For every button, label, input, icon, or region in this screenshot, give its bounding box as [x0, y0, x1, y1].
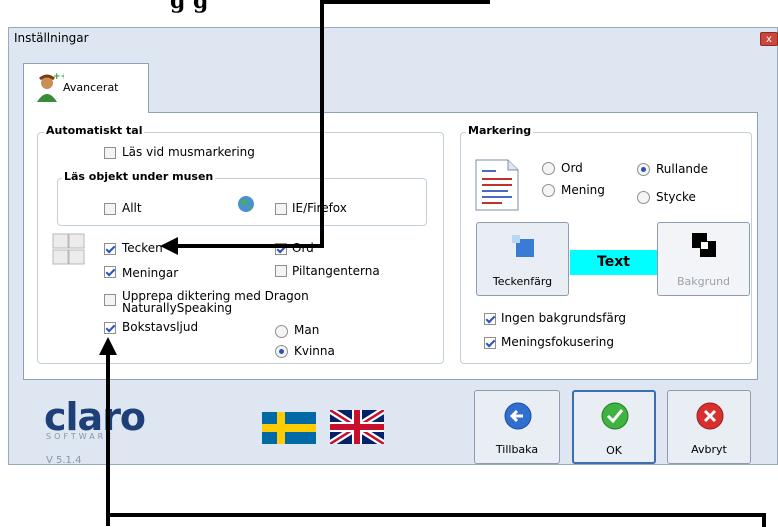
ok-button[interactable]: OK [572, 390, 656, 464]
mark-word-label: Ord [561, 161, 583, 175]
checkmark-icon [601, 402, 629, 430]
auto-speech-group [37, 132, 444, 364]
annotation-line-characters [174, 244, 324, 248]
mark-rolling-radio[interactable] [637, 163, 650, 176]
mark-rolling-label: Rullande [656, 162, 709, 176]
no-bg-color-checkbox[interactable] [484, 313, 496, 325]
ok-label: OK [606, 444, 622, 457]
under-mouse-title: Läs objekt under musen [62, 170, 216, 183]
repeat-dragon-checkbox[interactable] [104, 294, 116, 306]
characters-checkbox[interactable] [104, 243, 116, 255]
sentences-checkbox[interactable] [104, 266, 116, 278]
tab-label: Avancerat [63, 81, 119, 94]
text-color-icon [512, 235, 534, 257]
mark-paragraph-radio[interactable] [637, 191, 650, 204]
annotation-line-top-vertical [320, 0, 324, 247]
document-icon [475, 159, 519, 211]
read-on-mouse-checkbox[interactable] [104, 147, 116, 159]
background-label: Bakgrund [676, 275, 731, 288]
version-label: V 5.1.4 [46, 455, 82, 466]
sentence-focus-label: Meningsfokusering [501, 335, 615, 349]
annotation-line-bottom-horizontal [106, 513, 766, 517]
close-button[interactable]: x [760, 32, 778, 46]
keyboard-keys-icon [52, 233, 85, 265]
annotation-arrowhead-left [160, 237, 178, 255]
claro-logo-sub: SOFTWARE [46, 432, 115, 441]
annotation-line-top-horizontal [320, 0, 490, 4]
letter-sounds-label: Bokstavsljud [122, 320, 199, 334]
background-button[interactable]: Bakgrund [657, 222, 750, 296]
voice-female-label: Kvinna [294, 344, 335, 358]
globe-icon [238, 196, 254, 212]
close-x-icon [696, 402, 724, 430]
back-button[interactable]: Tillbaka [474, 390, 560, 464]
marking-title: Markering [466, 124, 534, 137]
back-label: Tillbaka [495, 443, 539, 456]
annotation-line-bottom-vertical [106, 352, 110, 526]
letter-sounds-checkbox[interactable] [104, 322, 116, 334]
repeat-dragon-label: Upprepa diktering med Dragon NaturallySp… [122, 289, 309, 315]
sentences-label: Meningar [122, 266, 179, 280]
back-arrow-icon [504, 402, 532, 430]
window-title: Inställningar [14, 31, 89, 45]
read-on-mouse-label: Läs vid musmarkering [122, 145, 255, 159]
iefirefox-checkbox[interactable] [275, 203, 287, 215]
auto-speech-title: Automatiskt tal [44, 124, 145, 137]
voice-female-radio[interactable] [275, 345, 288, 358]
page-caption: g g [170, 0, 209, 14]
arrow-keys-checkbox[interactable] [275, 265, 287, 277]
mark-sentence-label: Mening [561, 183, 605, 197]
cancel-button[interactable]: Avbryt [667, 390, 751, 464]
text-color-label: Teckenfärg [492, 275, 553, 288]
tab-advanced[interactable]: ++ Avancerat [23, 63, 149, 113]
characters-label: Tecken [122, 241, 163, 255]
mark-sentence-radio[interactable] [542, 184, 555, 197]
sentence-focus-checkbox[interactable] [484, 337, 496, 349]
voice-male-label: Man [294, 323, 320, 337]
all-label: Allt [122, 201, 142, 215]
text-color-button[interactable]: Teckenfärg [476, 222, 569, 296]
mark-paragraph-label: Stycke [656, 190, 696, 204]
text-sample: Text [570, 250, 657, 275]
no-bg-color-label: Ingen bakgrundsfärg [501, 311, 627, 325]
uk-flag-icon[interactable] [330, 410, 384, 444]
swedish-flag-icon[interactable] [262, 412, 316, 444]
annotation-line-bottom-right [762, 513, 766, 527]
annotation-arrowhead-up [99, 337, 117, 355]
user-plus-icon: ++ [37, 72, 64, 102]
voice-male-radio[interactable] [275, 325, 288, 338]
mark-word-radio[interactable] [542, 162, 555, 175]
arrow-keys-label: Piltangenterna [292, 264, 380, 278]
background-color-icon [692, 233, 716, 257]
all-checkbox[interactable] [104, 203, 116, 215]
cancel-label: Avbryt [691, 443, 727, 456]
